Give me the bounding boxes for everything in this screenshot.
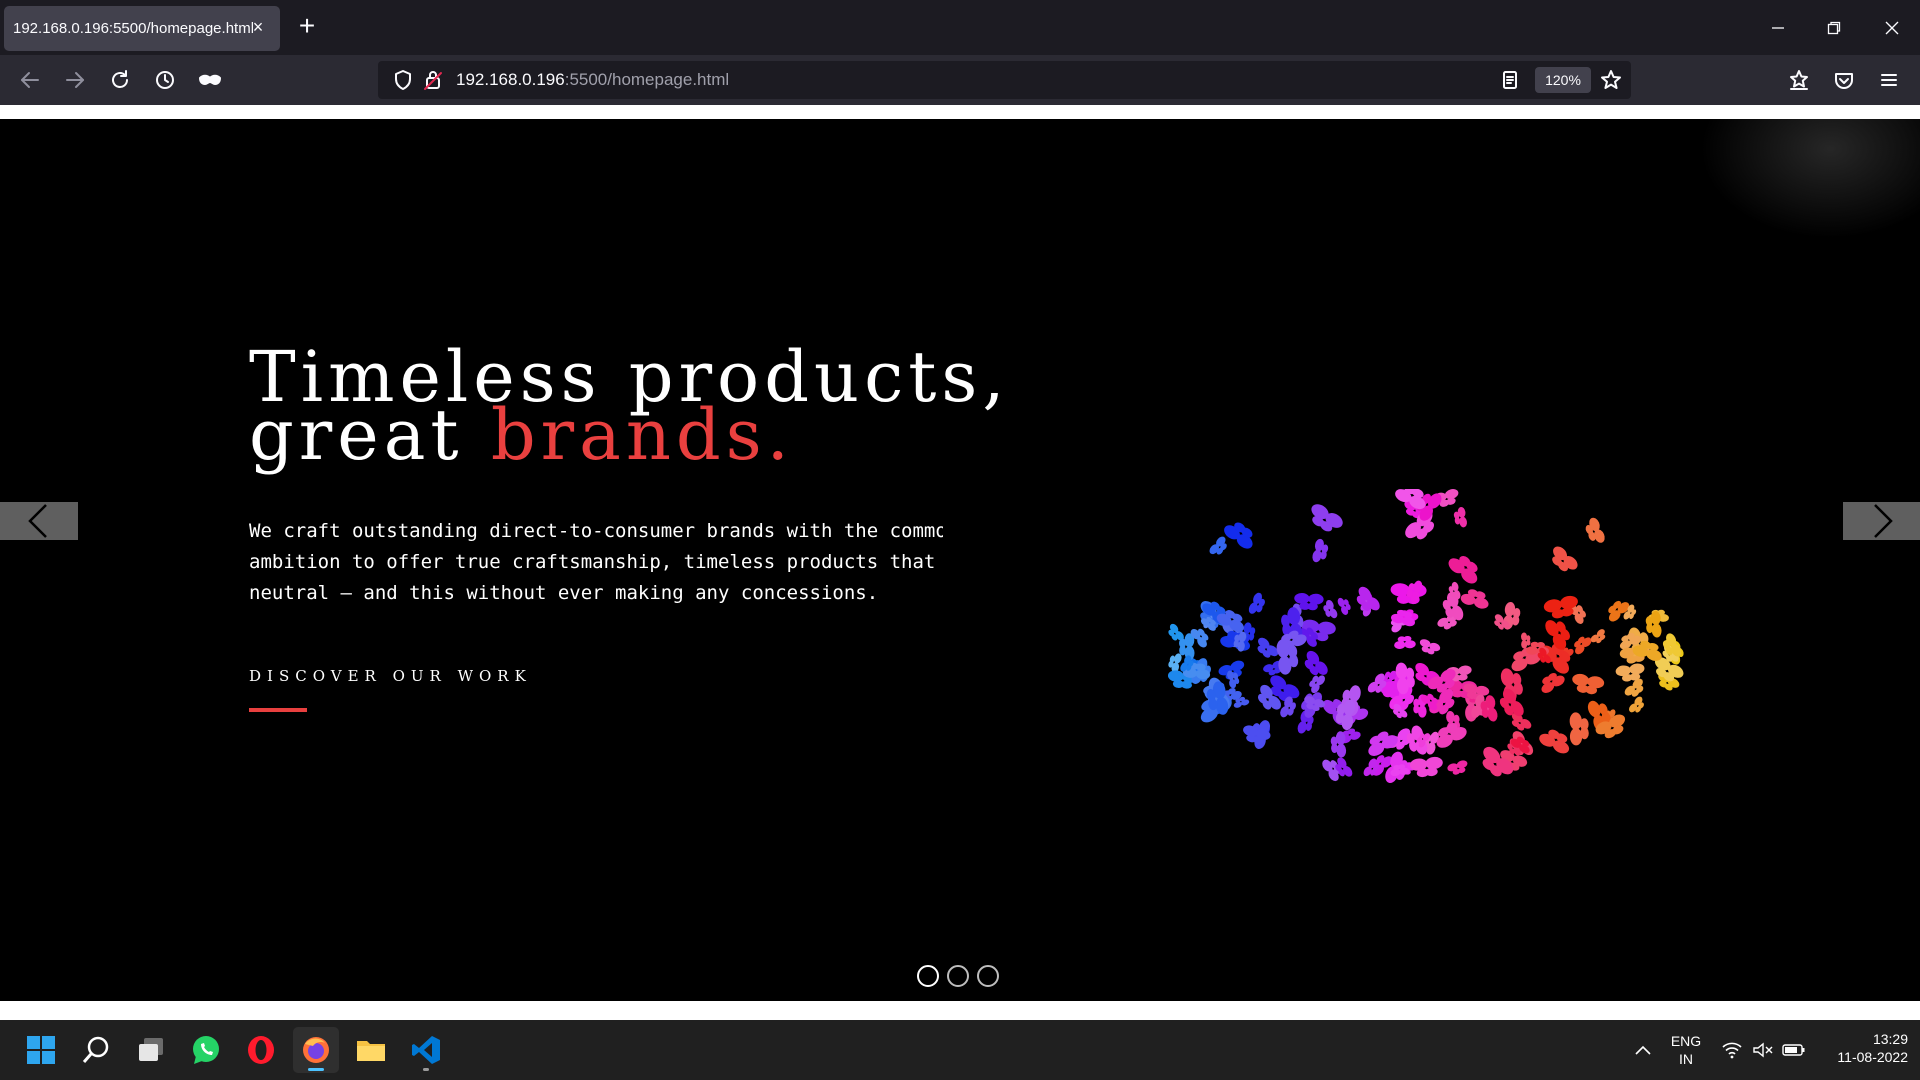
browser-tab-bar: 192.168.0.196:5500/homepage.html × + [0, 0, 1920, 55]
arrow-right-icon [66, 72, 84, 88]
pocket-icon [1835, 73, 1853, 89]
reader-view-icon [1503, 71, 1517, 89]
hero-headline: Timeless products, great brands. [249, 342, 1010, 470]
back-button[interactable] [15, 65, 45, 95]
carousel-dot[interactable] [947, 965, 969, 987]
cta-underline [249, 708, 307, 712]
carousel-next-button[interactable] [1843, 502, 1920, 540]
clock[interactable]: 13:29 11-08-2022 [1818, 1030, 1908, 1066]
wifi-icon [1722, 1042, 1742, 1059]
search-button[interactable] [73, 1027, 119, 1073]
close-icon [1885, 21, 1899, 34]
discover-work-link[interactable]: DISCOVER OUR WORK [249, 667, 532, 685]
vscode-app[interactable] [403, 1027, 449, 1073]
shield-icon [395, 70, 411, 90]
restore-window-button[interactable] [1806, 0, 1862, 55]
hero-carousel: Timeless products, great brands. We craf… [0, 119, 1920, 1001]
open-app-indicator [423, 1068, 429, 1071]
arrow-left-icon [21, 72, 39, 88]
private-browsing-button[interactable] [195, 65, 225, 95]
bookmark-button[interactable] [1596, 65, 1626, 95]
restore-icon [1827, 21, 1841, 34]
carousel-indicators [917, 965, 999, 987]
url-text[interactable]: 192.168.0.196:5500/homepage.html [456, 70, 729, 90]
reload-icon [112, 70, 128, 88]
windows-taskbar: ENG IN 13:29 11-08-2022 [0, 1020, 1920, 1080]
active-app-indicator [308, 1068, 324, 1071]
opera-app[interactable] [238, 1027, 284, 1073]
carousel-prev-button[interactable] [0, 502, 78, 540]
search-icon [82, 1036, 109, 1063]
close-window-button[interactable] [1864, 0, 1920, 55]
address-bar[interactable]: 192.168.0.196:5500/homepage.html 120% [378, 61, 1631, 99]
zoom-level-button[interactable]: 120% [1535, 67, 1591, 93]
file-explorer-app[interactable] [348, 1027, 394, 1073]
carousel-dot[interactable] [917, 965, 939, 987]
reader-view-button[interactable] [1495, 65, 1525, 95]
hero-glow [1700, 119, 1920, 239]
page-top-margin [0, 105, 1920, 119]
minimize-window-button[interactable] [1750, 0, 1806, 55]
headline-accent-text: brands. [490, 394, 794, 476]
history-button[interactable] [150, 65, 180, 95]
clock-date: 11-08-2022 [1837, 1049, 1908, 1065]
whatsapp-icon [193, 1036, 219, 1064]
wifi-button[interactable] [1717, 1027, 1747, 1073]
mask-icon [199, 74, 221, 85]
reload-button[interactable] [105, 65, 135, 95]
star-list-icon [1790, 70, 1808, 90]
windows-logo-icon [27, 1036, 55, 1064]
carousel-dot[interactable] [977, 965, 999, 987]
start-button[interactable] [18, 1027, 64, 1073]
site-security-button[interactable] [418, 65, 448, 95]
page-bottom-margin [0, 1001, 1920, 1020]
task-view-button[interactable] [128, 1027, 174, 1073]
forward-button[interactable] [60, 65, 90, 95]
url-path: :5500/homepage.html [564, 70, 730, 89]
task-view-icon [139, 1038, 163, 1061]
whatsapp-app[interactable] [183, 1027, 229, 1073]
insecure-lock-icon [424, 71, 442, 90]
firefox-app[interactable] [293, 1027, 339, 1073]
battery-button[interactable] [1779, 1027, 1809, 1073]
headline-plain-text: great [249, 394, 491, 476]
browser-tab[interactable]: 192.168.0.196:5500/homepage.html × [4, 6, 280, 51]
region-code: IN [1679, 1051, 1693, 1067]
browser-toolbar: 192.168.0.196:5500/homepage.html 120% [0, 55, 1920, 105]
bookmarks-menu-button[interactable] [1784, 65, 1814, 95]
butterflies-image [1167, 489, 1684, 783]
battery-icon [1782, 1044, 1805, 1056]
tab-close-icon[interactable]: × [248, 17, 268, 37]
volume-muted-icon [1753, 1042, 1773, 1058]
chevron-right-icon [1874, 504, 1893, 538]
hamburger-menu-icon [1881, 74, 1897, 86]
app-menu-button[interactable] [1874, 65, 1904, 95]
pocket-button[interactable] [1829, 65, 1859, 95]
new-tab-button[interactable]: + [292, 12, 322, 42]
clock-icon [156, 71, 174, 89]
clock-time: 13:29 [1872, 1031, 1908, 1047]
star-icon [1601, 70, 1621, 89]
tab-title: 192.168.0.196:5500/homepage.html [13, 20, 253, 37]
opera-icon [248, 1036, 274, 1064]
chevron-left-icon [28, 504, 47, 538]
folder-icon [357, 1041, 385, 1061]
vscode-icon [412, 1036, 440, 1064]
minimize-icon [1772, 26, 1784, 29]
tracking-protection-button[interactable] [388, 65, 418, 95]
hero-description: We craft outstanding direct-to-consumer … [249, 520, 943, 604]
volume-button[interactable] [1748, 1027, 1778, 1073]
language-code: ENG [1670, 1033, 1702, 1049]
firefox-icon [303, 1037, 329, 1063]
show-hidden-icons-button[interactable] [1620, 1027, 1666, 1073]
chevron-up-icon [1635, 1045, 1651, 1055]
url-host: 192.168.0.196 [456, 70, 565, 89]
language-indicator[interactable]: ENG IN [1668, 1032, 1704, 1068]
